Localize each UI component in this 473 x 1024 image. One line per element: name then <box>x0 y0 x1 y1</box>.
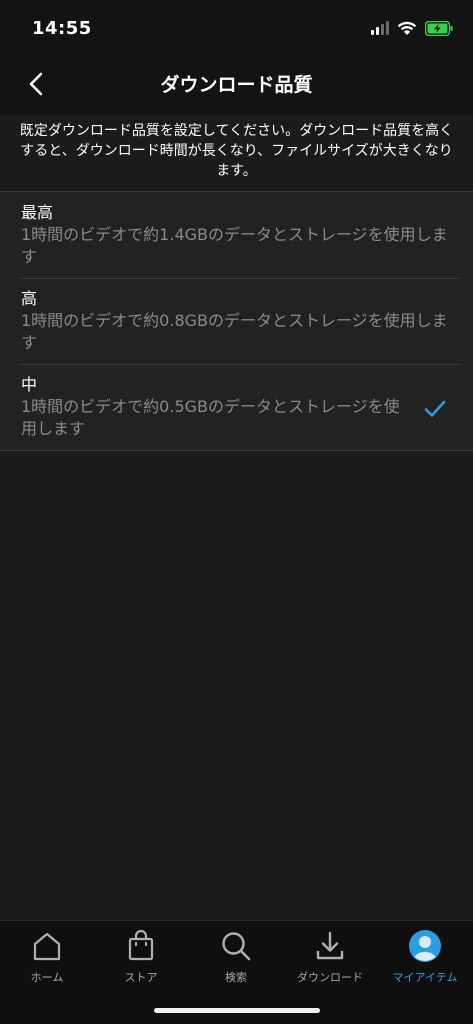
tab-downloads[interactable]: ダウンロード <box>283 929 377 993</box>
tab-search[interactable]: 検索 <box>189 929 283 993</box>
quality-description: 既定ダウンロード品質を設定してください。ダウンロード品質を高くすると、ダウンロー… <box>19 123 454 179</box>
option-description: 1時間のビデオで約0.5GBのデータとストレージを使用します <box>21 397 400 438</box>
avatar-icon <box>409 930 441 962</box>
nav-header: ダウンロード品質 <box>0 56 473 114</box>
battery-charging-icon <box>425 20 453 36</box>
app-screen: 14:55 ダウンロード品質 既定ダウンロード品質を設定してください。ダウンロー… <box>0 0 473 1024</box>
quality-option-highest[interactable]: 最高 1時間のビデオで約1.4GBのデータとストレージを使用します <box>0 192 473 278</box>
quality-option-medium[interactable]: 中 1時間のビデオで約0.5GBのデータとストレージを使用します <box>0 364 473 450</box>
option-title: 最高 <box>21 203 54 222</box>
tab-label: 検索 <box>225 971 247 984</box>
tab-label: マイアイテム <box>392 971 458 984</box>
option-title: 中 <box>21 375 38 394</box>
option-description: 1時間のビデオで約0.8GBのデータとストレージを使用します <box>21 311 448 352</box>
quality-options-list: 最高 1時間のビデオで約1.4GBのデータとストレージを使用します 高 1時間の… <box>0 191 473 451</box>
home-indicator <box>154 1008 320 1013</box>
option-description: 1時間のビデオで約1.4GBのデータとストレージを使用します <box>21 225 448 266</box>
quality-option-high[interactable]: 高 1時間のビデオで約0.8GBのデータとストレージを使用します <box>0 278 473 364</box>
tab-store[interactable]: ストア <box>94 929 188 993</box>
page-title: ダウンロード品質 <box>160 74 313 96</box>
home-icon <box>33 932 61 961</box>
tab-my-items[interactable]: マイアイテム <box>378 929 472 993</box>
status-time: 14:55 <box>32 18 92 39</box>
tab-label: ホーム <box>30 971 64 984</box>
search-icon <box>222 932 251 961</box>
wifi-icon <box>397 21 417 35</box>
status-icons <box>371 18 453 38</box>
option-title: 高 <box>21 289 38 308</box>
download-icon <box>316 931 344 960</box>
status-bar: 14:55 <box>0 0 473 56</box>
top-bar: 14:55 ダウンロード品質 <box>0 0 473 115</box>
tab-label: ストア <box>124 971 158 984</box>
shopping-bag-icon <box>128 929 154 961</box>
tab-label: ダウンロード <box>297 971 363 984</box>
checkmark-icon <box>424 400 446 417</box>
tab-home[interactable]: ホーム <box>0 929 94 993</box>
signal-icon <box>371 21 389 35</box>
